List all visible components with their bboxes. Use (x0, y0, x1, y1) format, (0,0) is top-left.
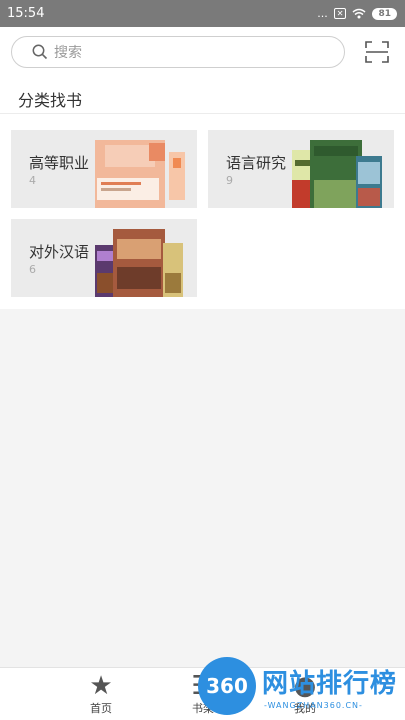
more-dots-icon: ... (317, 7, 328, 20)
section-title: 分类找书 (18, 91, 83, 110)
book-covers-image (95, 140, 185, 208)
tab-home[interactable]: ★ 首页 (51, 672, 151, 719)
search-icon (32, 44, 48, 60)
category-card-language-research[interactable]: 语言研究 9 (208, 130, 394, 208)
category-grid: 高等职业 4 语言研究 9 对外汉语 6 (0, 114, 405, 309)
watermark: 360 网站排行榜 -WANGZHAN360.CN- (196, 655, 405, 720)
category-card-chinese-as-foreign-language[interactable]: 对外汉语 6 (11, 219, 197, 297)
battery-indicator: 81 (372, 7, 397, 20)
watermark-title: 网站排行榜 (262, 669, 398, 699)
star-icon: ★ (89, 671, 113, 701)
watermark-subtitle: -WANGZHAN360.CN- (264, 701, 363, 710)
category-name: 高等职业 (29, 154, 90, 172)
book-covers-image (95, 229, 183, 297)
wifi-icon (352, 8, 366, 19)
status-bar: 15:54 ... ✕ 81 (0, 0, 405, 27)
category-count: 9 (226, 174, 233, 187)
category-name: 对外汉语 (29, 243, 90, 261)
status-time: 15:54 (7, 6, 45, 21)
section-header: 分类找书 (0, 77, 405, 114)
book-covers-image (292, 140, 382, 208)
watermark-logo: 360 (198, 657, 256, 715)
category-card-higher-vocational[interactable]: 高等职业 4 (11, 130, 197, 208)
tab-label: 首页 (90, 702, 112, 715)
category-name: 语言研究 (226, 154, 287, 172)
category-count: 4 (29, 174, 36, 187)
scan-icon[interactable] (365, 41, 389, 63)
sim-icon: ✕ (333, 8, 347, 19)
search-input[interactable]: 搜索 (11, 36, 345, 68)
category-count: 6 (29, 263, 36, 276)
top-bar: 搜索 (0, 27, 405, 77)
search-placeholder: 搜索 (54, 45, 82, 61)
status-icons: ... ✕ 81 (317, 7, 397, 20)
